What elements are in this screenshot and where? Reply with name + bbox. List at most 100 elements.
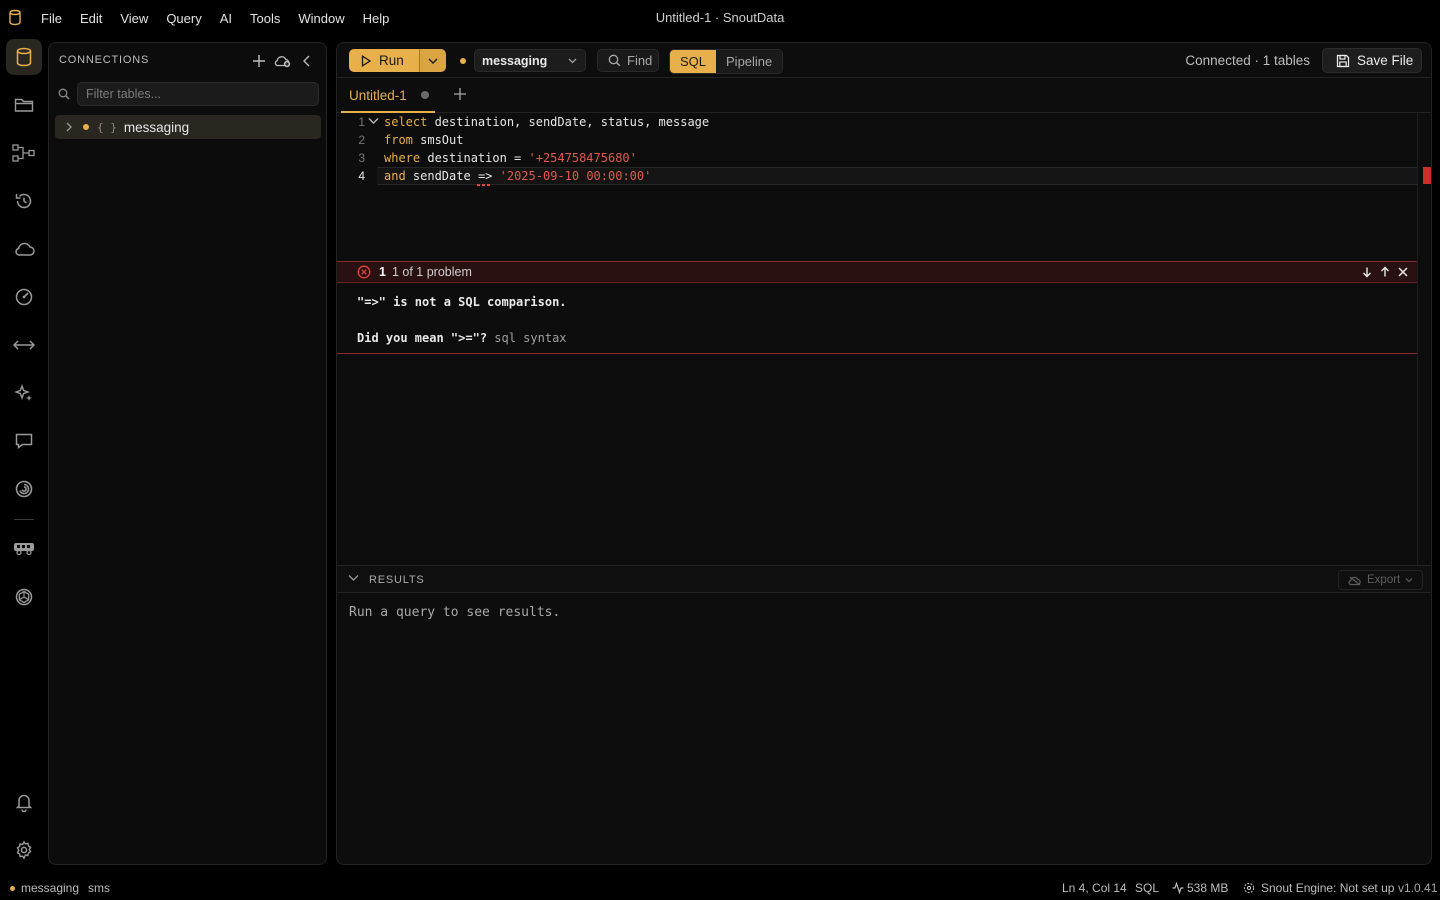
save-file-label: Save File <box>1357 53 1414 68</box>
chat-icon[interactable] <box>6 423 42 459</box>
sql-error-token: => <box>477 169 493 183</box>
menu-edit[interactable]: Edit <box>71 11 111 26</box>
menu-ai[interactable]: AI <box>211 11 241 26</box>
problem-summary: 1 of 1 problem <box>391 265 472 279</box>
error-squiggle <box>477 184 491 186</box>
title-bar: File Edit View Query AI Tools Window Hel… <box>0 0 1440 36</box>
mode-sql-button[interactable]: SQL <box>670 50 717 73</box>
menu-view[interactable]: View <box>111 11 157 26</box>
code-editor[interactable]: 1 2 3 4 select destination, sendDate, st… <box>337 113 1417 565</box>
sidebar-title: CONNECTIONS <box>59 54 150 66</box>
filter-tables-input[interactable] <box>77 82 319 106</box>
play-icon <box>361 54 371 67</box>
close-icon[interactable] <box>1395 264 1411 280</box>
code-line: select destination, sendDate, status, me… <box>384 113 709 131</box>
menu-file[interactable]: File <box>32 11 71 26</box>
export-chevron-down-icon <box>1405 577 1413 583</box>
unsaved-dot-icon[interactable] <box>420 91 429 99</box>
menu-help[interactable]: Help <box>354 11 399 26</box>
status-engine[interactable]: Snout Engine: Not set up <box>1261 881 1394 895</box>
chevron-right-icon[interactable] <box>65 122 73 132</box>
sidebar-actions <box>250 52 316 70</box>
database-select[interactable]: messaging <box>474 49 586 72</box>
status-memory: 538 MB <box>1187 881 1229 895</box>
menu-query[interactable]: Query <box>157 11 210 26</box>
collapse-results-chevron-icon[interactable] <box>348 574 359 582</box>
next-problem-arrow-down-icon[interactable] <box>1359 264 1375 280</box>
gear-icon[interactable] <box>6 832 42 868</box>
line-number: 4 <box>358 169 365 183</box>
status-language[interactable]: SQL <box>1135 881 1159 895</box>
scrollbar-error-marker <box>1423 167 1431 184</box>
status-cursor-position[interactable]: Ln 4, Col 14 <box>1062 881 1127 895</box>
status-connection[interactable]: messaging <box>21 881 79 895</box>
tree-item-label: messaging <box>123 119 190 135</box>
line-number: 2 <box>358 133 365 147</box>
run-label: Run <box>379 53 404 68</box>
fold-chevron-icon[interactable] <box>368 117 379 125</box>
truck-icon[interactable] <box>6 530 42 566</box>
menu-window[interactable]: Window <box>289 11 353 26</box>
folder-icon[interactable] <box>6 87 42 123</box>
sql-identifier: destination = <box>420 151 529 165</box>
run-button[interactable]: Run <box>349 49 419 72</box>
error-circle-icon <box>357 265 371 279</box>
cloud-add-icon[interactable] <box>274 52 292 70</box>
new-tab-icon[interactable] <box>452 86 468 102</box>
run-options-button[interactable] <box>419 49 446 72</box>
mode-switch: SQL Pipeline <box>669 49 784 74</box>
cloud-icon[interactable] <box>6 231 42 267</box>
connection-status-dot <box>83 124 89 130</box>
mode-pipeline-button[interactable]: Pipeline <box>716 50 783 73</box>
problem-peek-body: "=>" is not a SQL comparison. Did you me… <box>337 283 1417 354</box>
sql-keyword: and <box>384 169 406 183</box>
sql-identifier <box>492 169 499 183</box>
results-header: RESULTS Export <box>337 565 1431 593</box>
sql-identifier: sendDate <box>405 169 478 183</box>
bell-icon[interactable] <box>6 784 42 820</box>
status-connection-dot <box>10 886 15 891</box>
status-schema[interactable]: sms <box>88 881 110 895</box>
tab-label: Untitled-1 <box>349 87 407 103</box>
problem-message: "=>" is not a SQL comparison. <box>357 295 567 309</box>
openai-icon[interactable] <box>6 579 42 615</box>
swirl-icon[interactable] <box>6 471 42 507</box>
problem-peek-header: 1 1 of 1 problem <box>337 261 1417 283</box>
problem-source: sql syntax <box>494 331 567 345</box>
previous-problem-arrow-up-icon[interactable] <box>1377 264 1393 280</box>
save-file-button[interactable]: Save File <box>1322 48 1422 73</box>
filter-search-icon <box>58 88 70 100</box>
status-bar: messaging sms Ln 4, Col 14 SQL 538 MB Sn… <box>0 875 1440 900</box>
braces-icon: { } <box>97 120 117 134</box>
app-logo-icon <box>8 9 22 26</box>
menu-tools[interactable]: Tools <box>241 11 289 26</box>
collapse-sidebar-icon[interactable] <box>298 52 316 70</box>
line-number: 1 <box>358 115 365 129</box>
code-line: from smsOut <box>384 131 463 149</box>
find-button[interactable]: Find <box>597 49 659 72</box>
gauge-icon[interactable] <box>6 279 42 315</box>
export-button[interactable]: Export <box>1338 570 1423 590</box>
database-icon[interactable] <box>6 39 42 75</box>
sql-string: '2025-09-10 00:00:00' <box>499 169 652 183</box>
activity-pulse-icon <box>1172 882 1184 894</box>
problem-suggestion-line: Did you mean ">="? sql syntax <box>357 331 567 345</box>
tree-item-messaging[interactable]: { } messaging <box>55 115 321 139</box>
main-panel: Run messaging Find SQL Pipeline Connecte… <box>336 42 1432 865</box>
problem-count: 1 <box>379 265 386 279</box>
pipeline-icon[interactable] <box>6 135 42 171</box>
code-line: where destination = '+254758475680' <box>384 149 637 167</box>
sql-string: '+254758475680' <box>528 151 637 165</box>
sparkles-icon[interactable] <box>6 375 42 411</box>
tab-untitled-1[interactable]: Untitled-1 <box>337 78 439 113</box>
transfer-icon[interactable] <box>6 327 42 363</box>
activity-bar <box>0 36 48 866</box>
chevron-down-icon <box>568 56 577 65</box>
history-icon[interactable] <box>6 183 42 219</box>
connection-indicator <box>460 58 466 64</box>
menu-bar: File Edit View Query AI Tools Window Hel… <box>32 0 398 36</box>
add-connection-icon[interactable] <box>250 52 268 70</box>
sql-identifier: smsOut <box>412 133 464 147</box>
activity-separator <box>14 519 34 520</box>
problem-navigation <box>1359 264 1411 280</box>
